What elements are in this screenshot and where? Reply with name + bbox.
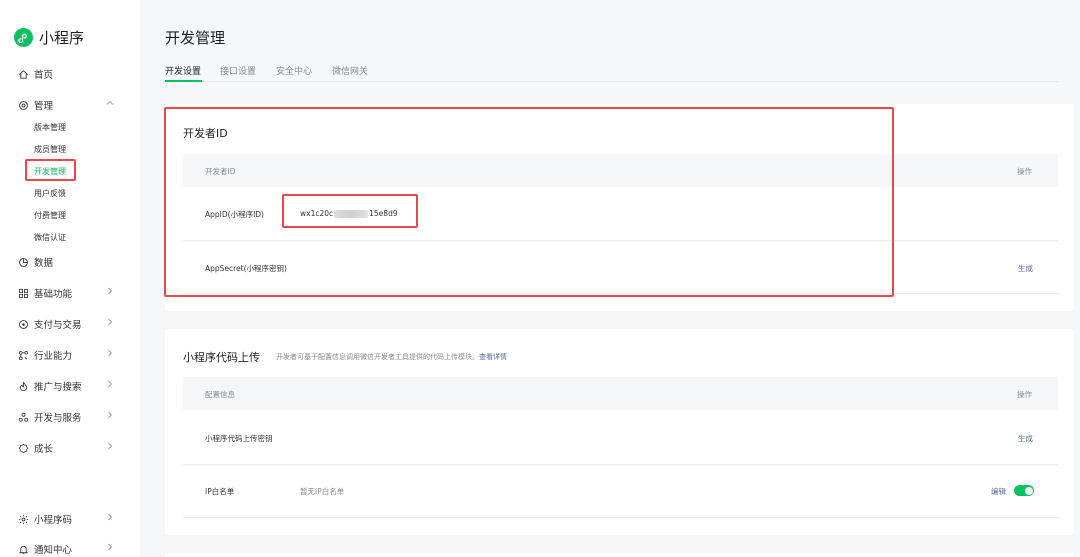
tab-gateway[interactable]: 微信网关 xyxy=(332,64,368,77)
row-divider xyxy=(183,517,1058,518)
sidebar-item-growth[interactable]: 成长 xyxy=(18,441,53,455)
sidebar-item-data[interactable]: 数据 xyxy=(18,255,53,269)
sidebar-item-manage[interactable]: 管理 xyxy=(18,98,53,112)
column-header-config: 配置信息 xyxy=(205,390,235,399)
sidebar-item-label: 基础功能 xyxy=(34,289,73,300)
sidebar: 小程序 首页 管理 版本管理 成员管理 开发管理 用户反馈 付费管理 微信认证 … xyxy=(0,0,140,557)
flame-icon xyxy=(18,381,29,392)
bell-icon xyxy=(18,544,29,555)
column-header-action: 操作 xyxy=(1017,167,1032,176)
sidebar-subitem-verify[interactable]: 微信认证 xyxy=(34,232,66,243)
sidebar-subitem-members[interactable]: 成员管理 xyxy=(34,144,66,155)
sidebar-item-promo[interactable]: 推广与搜索 xyxy=(18,379,82,393)
chevron-right-icon xyxy=(106,380,114,388)
sidebar-item-label: 通知中心 xyxy=(34,545,73,556)
code-upload-table-header: 配置信息 操作 xyxy=(183,377,1058,410)
edit-ip-whitelist-link[interactable]: 编辑 xyxy=(991,486,1006,497)
sidebar-item-label: 推广与搜索 xyxy=(34,382,82,393)
chevron-right-icon xyxy=(106,442,114,450)
chevron-right-icon xyxy=(106,411,114,419)
description-text: 开发者可基于配置信息调用微信开发者工具提供的代码上传模块。 xyxy=(276,353,479,361)
page-title: 开发管理 xyxy=(165,29,226,47)
code-upload-description: 开发者可基于配置信息调用微信开发者工具提供的代码上传模块。查看详情 xyxy=(276,352,507,362)
sidebar-subitem-payment[interactable]: 付费管理 xyxy=(34,210,66,221)
sidebar-item-label: 管理 xyxy=(34,101,54,112)
tab-api-settings[interactable]: 接口设置 xyxy=(220,64,256,77)
chevron-right-icon xyxy=(106,287,114,295)
chevron-right-icon xyxy=(106,318,114,326)
highlight-box-developer-id xyxy=(164,107,894,297)
next-card xyxy=(165,553,1074,557)
chevron-right-icon xyxy=(106,513,114,521)
grid-icon xyxy=(18,288,29,299)
sidebar-item-dev-service[interactable]: 开发与服务 xyxy=(18,410,82,424)
sidebar-subitem-version[interactable]: 版本管理 xyxy=(34,122,66,133)
sidebar-subitem-feedback[interactable]: 用户反馈 xyxy=(34,188,66,199)
active-tab-indicator xyxy=(165,79,202,82)
gear-icon xyxy=(18,100,29,111)
tab-dev-settings[interactable]: 开发设置 xyxy=(165,64,201,77)
ip-whitelist-value: 暂无IP白名单 xyxy=(300,487,345,496)
generate-upload-key-link[interactable]: 生成 xyxy=(1018,433,1033,444)
nodes-icon xyxy=(18,350,29,361)
sidebar-item-label: 首页 xyxy=(34,70,54,81)
column-header-action: 操作 xyxy=(1017,390,1032,399)
sun-code-icon xyxy=(18,514,29,525)
code-upload-title: 小程序代码上传 xyxy=(183,351,260,364)
highlight-box-dev-manage xyxy=(25,159,76,181)
generate-secret-link[interactable]: 生成 xyxy=(1018,263,1033,274)
sidebar-item-qrcode[interactable]: 小程序码 xyxy=(18,512,72,526)
row-divider xyxy=(183,464,1058,465)
upload-key-label: 小程序代码上传密钥 xyxy=(205,434,273,443)
home-icon xyxy=(18,69,29,80)
sidebar-item-label: 数据 xyxy=(34,258,54,269)
tab-bar: 开发设置 接口设置 安全中心 微信网关 xyxy=(165,64,1058,82)
view-details-link[interactable]: 查看详情 xyxy=(479,353,507,361)
ip-whitelist-toggle[interactable] xyxy=(1014,485,1034,496)
sidebar-item-pay[interactable]: 支付与交易 xyxy=(18,317,82,331)
mini-program-logo-icon xyxy=(14,28,33,47)
sidebar-item-label: 开发与服务 xyxy=(34,413,82,424)
highlight-box-appid xyxy=(282,194,418,228)
sidebar-item-industry[interactable]: 行业能力 xyxy=(18,348,72,362)
sidebar-item-notify[interactable]: 通知中心 xyxy=(18,542,72,556)
sidebar-item-label: 行业能力 xyxy=(34,351,73,362)
sidebar-item-label: 成长 xyxy=(34,444,54,455)
sidebar-item-basic[interactable]: 基础功能 xyxy=(18,286,72,300)
sidebar-item-home[interactable]: 首页 xyxy=(18,67,53,81)
people-icon xyxy=(18,412,29,423)
badge-icon xyxy=(18,443,29,454)
chevron-up-icon[interactable] xyxy=(106,99,114,107)
app-title: 小程序 xyxy=(39,29,85,47)
chevron-right-icon xyxy=(106,543,114,551)
ip-whitelist-label: IP白名单 xyxy=(205,487,235,496)
app-logo[interactable]: 小程序 xyxy=(14,27,84,48)
sidebar-item-label: 小程序码 xyxy=(34,515,73,526)
sidebar-item-label: 支付与交易 xyxy=(34,320,82,331)
chevron-right-icon xyxy=(106,349,114,357)
yen-circle-icon xyxy=(18,319,29,330)
tab-security[interactable]: 安全中心 xyxy=(276,64,312,77)
pie-chart-icon xyxy=(18,257,29,268)
